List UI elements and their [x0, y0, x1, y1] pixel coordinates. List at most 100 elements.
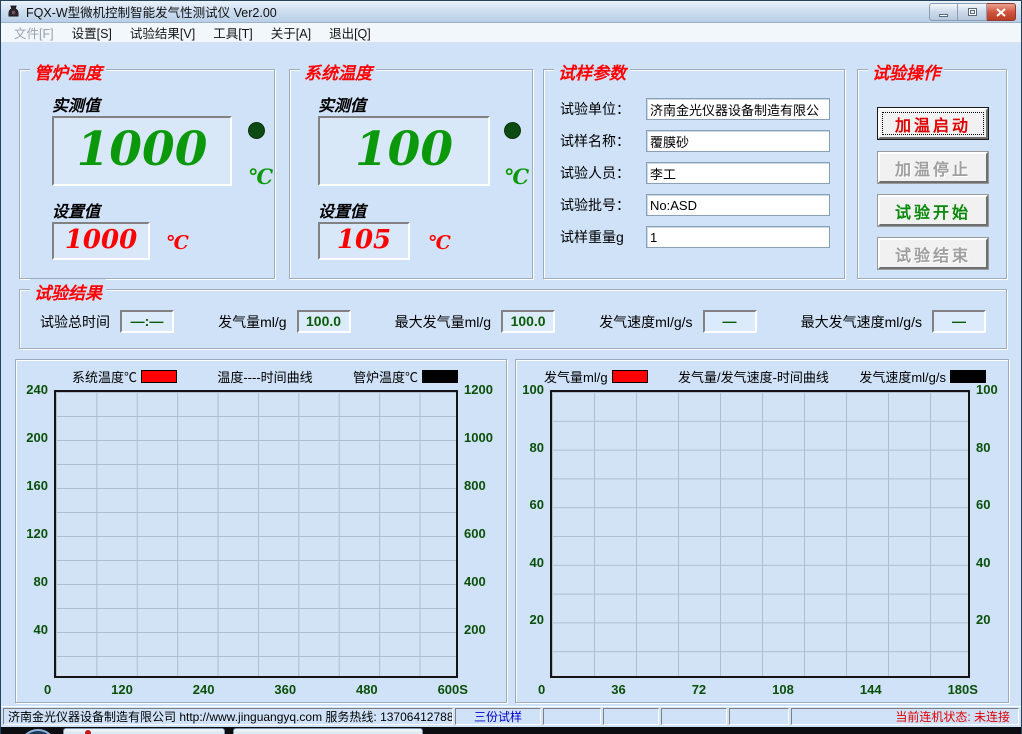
close-icon [996, 8, 1006, 17]
menu-tools[interactable]: 工具[T] [204, 21, 262, 44]
sample-name-label: 试样名称： [560, 131, 634, 151]
tick-label: 120 [26, 526, 48, 542]
result-gas-volume-label: 发气量ml/g [218, 312, 286, 332]
sample-params-group: 试样参数 试验单位： 试样名称： 试验人员： 试验批号： 试样重量g [543, 69, 845, 279]
legend-gas-volume: 发气量ml/g [544, 367, 648, 386]
furnace-measured-label: 实测值 [52, 92, 100, 116]
furnace-temp-group-title: 管炉温度 [30, 59, 106, 84]
furnace-set-unit: ℃ [166, 232, 189, 254]
results-group-title: 试验结果 [30, 279, 106, 304]
tick-label: 36 [611, 682, 625, 697]
sample-name-input[interactable] [646, 130, 830, 152]
tick-label: 240 [26, 382, 48, 398]
gas-chart-title: 发气量/发气速度-时间曲线 [678, 367, 829, 386]
menu-bar: 文件[F] 设置[S] 试验结果[V] 工具[T] 关于[A] 退出[Q] [1, 23, 1021, 43]
legend-furnace-temp-swatch [422, 370, 458, 383]
status-empty-2 [603, 708, 659, 725]
gas-chart-xaxis: 03672108144180S [538, 682, 978, 697]
status-bar: 济南金光仪器设备制造有限公司 http://www.jinguangyq.com… [1, 706, 1021, 726]
tick-label: 200 [26, 430, 48, 446]
legend-furnace-temp-label: 管炉温度℃ [353, 367, 418, 386]
taskbar-app-icon [85, 730, 91, 734]
tick-label: 160 [26, 478, 48, 494]
menu-about[interactable]: 关于[A] [262, 21, 320, 44]
tick-label: 200 [464, 622, 504, 638]
furnace-measured-value: 1000 [52, 116, 232, 186]
tick-label: 20 [976, 612, 1006, 628]
furnace-measured-unit: ℃ [248, 164, 273, 189]
tick-label: 100 [522, 382, 544, 398]
tick-label: 1000 [464, 430, 504, 446]
system-temp-group: 系统温度 实测值 100 ℃ 设置值 105 ℃ [289, 69, 533, 279]
tick-label: 144 [860, 682, 882, 697]
tick-label: 0 [44, 682, 51, 697]
status-empty-1 [543, 708, 601, 725]
status-connection: 当前连机状态: 未连接 [791, 708, 1019, 725]
taskbar-button-2[interactable] [233, 728, 423, 734]
legend-gas-rate: 发气速度ml/g/s [859, 367, 986, 386]
system-measured-unit: ℃ [504, 164, 529, 189]
tick-label: 108 [772, 682, 794, 697]
tick-label: 800 [464, 478, 504, 494]
temperature-chart-yaxis-left: 2402001601208040 [16, 382, 48, 638]
sample-unit-input[interactable] [646, 98, 830, 120]
temperature-chart-plot [54, 390, 458, 678]
menu-exit[interactable]: 退出[Q] [320, 21, 380, 44]
tick-label: 0 [538, 682, 545, 697]
titlebar: FQX-W型微机控制智能发气性测试仪 Ver2.00 [1, 1, 1021, 23]
sample-operator-input[interactable] [646, 162, 830, 184]
minimize-icon [939, 14, 948, 17]
sample-batch-input[interactable] [646, 194, 830, 216]
maximize-button[interactable] [958, 3, 987, 21]
furnace-set-value: 1000 [52, 222, 150, 260]
tick-label: 72 [692, 682, 706, 697]
heat-stop-button[interactable]: 加温停止 [878, 152, 988, 183]
tick-label: 40 [976, 555, 1006, 571]
tick-label: 120 [111, 682, 133, 697]
status-company: 济南金光仪器设备制造有限公司 http://www.jinguangyq.com… [3, 708, 453, 725]
operations-group: 试验操作 加温启动 加温停止 试验开始 试验结束 [857, 69, 1007, 279]
minimize-button[interactable] [929, 3, 958, 21]
temperature-chart-xaxis: 0120240360480600S [44, 682, 468, 697]
menu-file[interactable]: 文件[F] [5, 21, 63, 44]
tick-label: 400 [464, 574, 504, 590]
heat-start-button[interactable]: 加温启动 [878, 108, 988, 139]
results-row: 试验总时间 —:— 发气量ml/g 100.0 最大发气量ml/g 100.0 … [40, 310, 986, 333]
tick-label: 40 [530, 555, 544, 571]
gas-chart-yaxis-right: 10080604020 [976, 382, 1006, 628]
status-empty-3 [661, 708, 727, 725]
tick-label: 80 [530, 440, 544, 456]
tick-label: 20 [530, 612, 544, 628]
test-end-button[interactable]: 试验结束 [878, 238, 988, 269]
sample-weight-input[interactable] [646, 226, 830, 248]
tick-label: 600S [438, 682, 468, 697]
result-gas-rate-value: — [703, 310, 757, 333]
tick-label: 480 [356, 682, 378, 697]
result-gas-volume: 发气量ml/g 100.0 [218, 310, 350, 333]
tick-label: 80 [976, 440, 1006, 456]
gas-chart-yaxis-left: 100 80 60 40 20 [516, 382, 544, 628]
result-gas-volume-value: 100.0 [297, 310, 351, 333]
gas-chart-panel: 发气量ml/g 发气量/发气速度-时间曲线 发气速度ml/g/s 100 80 60… [515, 359, 1009, 703]
legend-gas-volume-label: 发气量ml/g [544, 367, 608, 386]
legend-system-temp-swatch [141, 370, 177, 383]
close-button[interactable] [987, 3, 1016, 21]
tick-label: 600 [464, 526, 504, 542]
start-orb-icon[interactable] [21, 729, 55, 734]
system-set-unit: ℃ [428, 232, 451, 254]
legend-gas-volume-swatch [612, 370, 648, 383]
tick-label: 100 [976, 382, 1006, 398]
menu-settings[interactable]: 设置[S] [63, 21, 121, 44]
system-set-label: 设置值 [318, 198, 366, 222]
result-total-time: 试验总时间 —:— [40, 310, 174, 333]
menu-test-results[interactable]: 试验结果[V] [121, 21, 204, 44]
furnace-heating-indicator [248, 122, 265, 139]
legend-system-temp-label: 系统温度℃ [72, 367, 137, 386]
result-total-time-value: —:— [120, 310, 174, 333]
furnace-set-label: 设置值 [52, 198, 100, 222]
operations-group-title: 试验操作 [868, 59, 944, 84]
tick-label: 60 [530, 497, 544, 513]
app-window: FQX-W型微机控制智能发气性测试仪 Ver2.00 文件[F] 设置[S] 试… [0, 0, 1022, 734]
taskbar-sliver [1, 727, 1021, 734]
test-start-button[interactable]: 试验开始 [878, 195, 988, 226]
